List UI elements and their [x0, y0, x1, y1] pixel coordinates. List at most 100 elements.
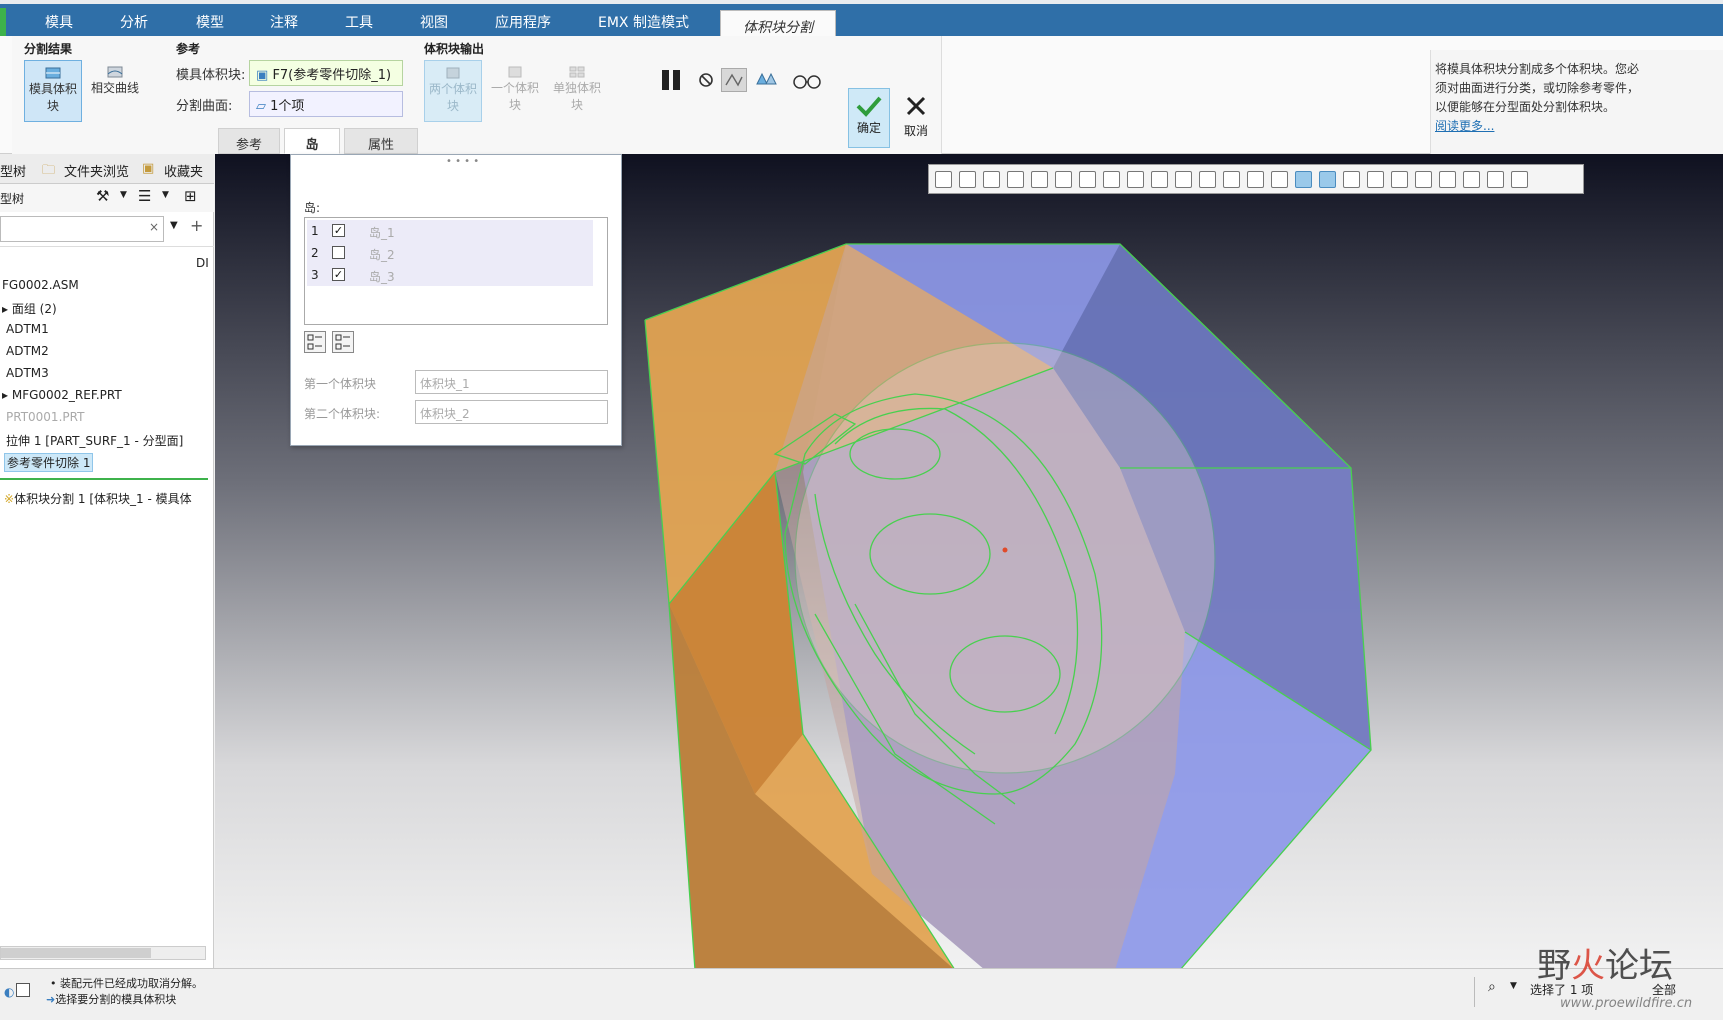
tree-item-adtm1[interactable]: ADTM1: [6, 322, 49, 336]
tab-reference[interactable]: 参考: [218, 128, 280, 154]
intersect-curve-button[interactable]: 相交曲线: [86, 60, 144, 122]
binoculars-icon[interactable]: ⌕: [1488, 979, 1496, 995]
zoom-out-icon[interactable]: [983, 171, 1000, 188]
read-more-link[interactable]: 阅读更多...: [1435, 119, 1494, 133]
island-checkbox[interactable]: ✓: [332, 224, 345, 237]
chevron-down-icon[interactable]: ▼: [1510, 981, 1517, 991]
add-icon[interactable]: +: [190, 216, 203, 235]
volume-display-icon[interactable]: [1343, 171, 1360, 188]
model-display-icon[interactable]: [1271, 171, 1288, 188]
tree-item-extrude[interactable]: 拉伸 1 [PART_SURF_1 - 分型面]: [6, 432, 183, 449]
mold-volume-field[interactable]: ▣ F7(参考零件切除_1): [249, 60, 403, 86]
single-volume-button[interactable]: 单独体积块: [548, 60, 606, 122]
menu-tab-analysis[interactable]: 分析: [120, 12, 148, 32]
repaint-icon[interactable]: [1007, 171, 1024, 188]
view-manager-icon[interactable]: [1079, 171, 1096, 188]
tab-favorites[interactable]: 收藏夹: [164, 161, 203, 180]
tree-item-quilt-group[interactable]: ▸ 面组 (2): [2, 300, 57, 317]
no-preview-icon[interactable]: [698, 72, 714, 88]
island-row[interactable]: 1 ✓ 岛_1: [307, 220, 593, 242]
island-row[interactable]: 3 ✓ 岛_3: [307, 264, 593, 286]
deselect-all-button[interactable]: [332, 331, 354, 353]
plane-display-icon[interactable]: [1127, 171, 1144, 188]
cancel-button[interactable]: 取消: [896, 94, 936, 146]
message-log-icon[interactable]: ◐: [4, 985, 14, 999]
shading-icon[interactable]: [1439, 171, 1456, 188]
select-all-button[interactable]: [304, 331, 326, 353]
island-row[interactable]: 2 岛_2: [307, 242, 593, 264]
search-dropdown-icon[interactable]: ▼: [170, 220, 178, 231]
menu-tab-view[interactable]: 视图: [420, 12, 448, 32]
annotation-display-icon[interactable]: [1247, 171, 1264, 188]
mold-display-icon[interactable]: [1295, 171, 1312, 188]
island-checkbox[interactable]: [332, 246, 345, 259]
show-list-icon[interactable]: ☰: [138, 187, 151, 205]
tree-search-input[interactable]: ×: [0, 216, 164, 242]
menu-tab-applications[interactable]: 应用程序: [495, 12, 551, 32]
confirm-button[interactable]: 确定: [848, 88, 890, 148]
menu-tab-mold[interactable]: 模具: [45, 12, 73, 32]
parting-line-icon[interactable]: [1319, 171, 1336, 188]
origin-marker: [1002, 547, 1008, 553]
dome-surface: [794, 342, 1216, 774]
tree-item-prt0001[interactable]: PRT0001.PRT: [6, 410, 84, 424]
tree-item-adtm2[interactable]: ADTM2: [6, 344, 49, 358]
saved-views-icon[interactable]: [1055, 171, 1072, 188]
clear-icon[interactable]: ×: [149, 220, 159, 234]
curve-display-icon[interactable]: [1415, 171, 1432, 188]
refit-icon[interactable]: [935, 171, 952, 188]
zoom-in-icon[interactable]: [959, 171, 976, 188]
help-panel: 将模具体积块分割成多个体积块。您必 须对曲面进行分类，或切除参考零件， 以便能够…: [1430, 50, 1723, 158]
menu-tab-annotate[interactable]: 注释: [270, 12, 298, 32]
pause-icon[interactable]: [1487, 171, 1504, 188]
file-menu-button[interactable]: [0, 8, 6, 36]
glasses-icon[interactable]: [792, 72, 822, 90]
one-volume-button[interactable]: 一个体积块: [486, 60, 544, 122]
mold-volume-button[interactable]: 模具体积块: [24, 60, 82, 122]
tree-filter-icon[interactable]: ⊞: [184, 187, 197, 205]
panel-grip-icon[interactable]: • • • •: [446, 156, 479, 167]
component-display-icon[interactable]: [1367, 171, 1384, 188]
status-message-2-text: 选择要分割的模具体积块: [55, 993, 177, 1006]
column-header[interactable]: DI: [196, 256, 209, 270]
tab-folder-browser[interactable]: 文件夹浏览: [64, 161, 129, 180]
section-icon[interactable]: [1511, 171, 1528, 188]
forum-watermark: 野火论坛: [1537, 938, 1673, 987]
feature-preview-icon[interactable]: [754, 70, 778, 90]
scrollbar-thumb[interactable]: [1, 948, 151, 958]
tree-item-volume-split[interactable]: ※体积块分割 1 [体积块_1 - 模具体: [4, 490, 192, 507]
chevron-down-icon[interactable]: ▼: [120, 190, 127, 200]
tree-item-ref-prt[interactable]: ▸ MFG0002_REF.PRT: [2, 388, 122, 402]
tab-island[interactable]: 岛: [284, 128, 340, 154]
pause-icon[interactable]: [658, 68, 686, 92]
axis-display-icon[interactable]: [1151, 171, 1168, 188]
tree-horizontal-scrollbar[interactable]: [0, 946, 206, 960]
split-surface-field[interactable]: ▱ 1个项: [249, 91, 403, 117]
tree-settings-icon[interactable]: ⚒: [96, 187, 109, 205]
mold-volume-field-label: 模具体积块:: [176, 68, 246, 83]
two-volumes-label: 两个体积块: [428, 82, 477, 113]
preview-toggle-button[interactable]: [721, 68, 747, 92]
tab-model-tree[interactable]: 型树: [0, 161, 26, 180]
two-volumes-button[interactable]: 两个体积块: [424, 60, 482, 122]
tree-item-adtm3[interactable]: ADTM3: [6, 366, 49, 380]
csys-display-icon[interactable]: [1199, 171, 1216, 188]
menu-tab-emx[interactable]: EMX 制造模式: [598, 12, 689, 32]
checkmark-icon: [856, 96, 882, 117]
display-style-icon[interactable]: [1031, 171, 1048, 188]
tree-item-asm[interactable]: FG0002.ASM: [2, 278, 79, 292]
triangle-icon[interactable]: [1463, 171, 1480, 188]
perspective-icon[interactable]: [1103, 171, 1120, 188]
selection-box-icon[interactable]: [16, 983, 30, 997]
first-volume-field[interactable]: 体积块_1: [415, 370, 608, 394]
menu-tab-model[interactable]: 模型: [196, 12, 224, 32]
point-display-icon[interactable]: [1175, 171, 1192, 188]
surface-display-icon[interactable]: [1391, 171, 1408, 188]
tree-item-ref-cut[interactable]: 参考零件切除 1: [4, 453, 94, 472]
spin-center-icon[interactable]: [1223, 171, 1240, 188]
second-volume-field[interactable]: 体积块_2: [415, 400, 608, 424]
menu-tab-tools[interactable]: 工具: [345, 12, 373, 32]
island-checkbox[interactable]: ✓: [332, 268, 345, 281]
tab-properties[interactable]: 属性: [344, 128, 418, 154]
chevron-down-icon[interactable]: ▼: [162, 190, 169, 200]
